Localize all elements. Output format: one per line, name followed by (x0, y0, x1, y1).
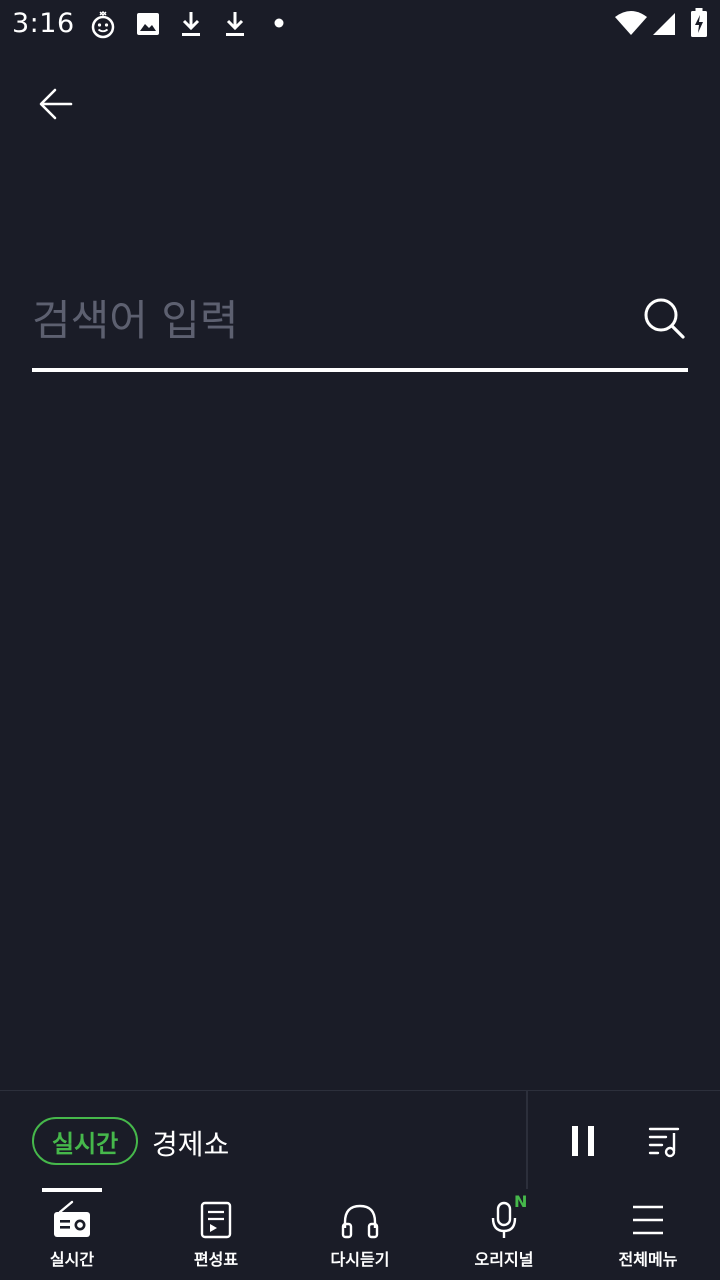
search-icon (644, 298, 685, 339)
dot-icon (274, 18, 284, 28)
playlist-icon (648, 1127, 680, 1158)
arrow-left-icon (39, 88, 73, 120)
nav-item-live[interactable]: 실시간 (0, 1188, 144, 1280)
menu-icon (633, 1205, 663, 1235)
nav-item-menu[interactable]: 전체메뉴 (576, 1188, 720, 1280)
live-badge[interactable]: 실시간 (32, 1117, 139, 1165)
status-bar: 3:16 (0, 0, 720, 48)
nav-active-indicator (42, 1188, 102, 1192)
search-button[interactable] (642, 296, 686, 340)
search-bar (32, 282, 688, 374)
playlist-button[interactable] (644, 1121, 684, 1161)
schedule-icon (200, 1201, 232, 1239)
new-badge: N (514, 1192, 528, 1211)
nav-label: 실시간 (49, 1250, 95, 1269)
nav-label: 오리지널 (474, 1250, 534, 1269)
nav-item-replay[interactable]: 다시듣기 (288, 1188, 432, 1280)
radio-icon (54, 1200, 90, 1237)
status-time: 3:16 (12, 8, 75, 39)
pause-icon (572, 1126, 594, 1156)
image-icon (137, 13, 159, 35)
download-icon (226, 12, 244, 36)
search-underline (32, 368, 688, 372)
bottom-nav: 실시간 편성표 다시듣기 N 오리지널 전체메뉴 (0, 1188, 720, 1280)
pause-button[interactable] (564, 1121, 604, 1161)
signal-icon (653, 13, 675, 35)
nav-label: 전체메뉴 (618, 1250, 678, 1269)
headphones-icon (341, 1204, 379, 1239)
notification-face-icon (91, 11, 115, 39)
nav-item-original[interactable]: N 오리지널 (432, 1188, 576, 1280)
battery-charging-icon (691, 8, 707, 37)
search-screen: 3:16 검색어 입력 실시간 경제쇼 실시간 편성표 다시듣기 N 오리지널 … (0, 0, 720, 1280)
back-button[interactable] (28, 76, 84, 132)
wifi-icon (615, 11, 647, 35)
nav-label: 편성표 (193, 1250, 239, 1269)
search-input[interactable] (32, 282, 622, 358)
download-icon (182, 12, 200, 36)
player-divider (526, 1091, 528, 1189)
program-title[interactable]: 경제쇼 (152, 1123, 229, 1163)
nav-item-schedule[interactable]: 편성표 (144, 1188, 288, 1280)
mini-player: 실시간 경제쇼 (0, 1090, 720, 1189)
nav-label: 다시듣기 (330, 1250, 390, 1269)
